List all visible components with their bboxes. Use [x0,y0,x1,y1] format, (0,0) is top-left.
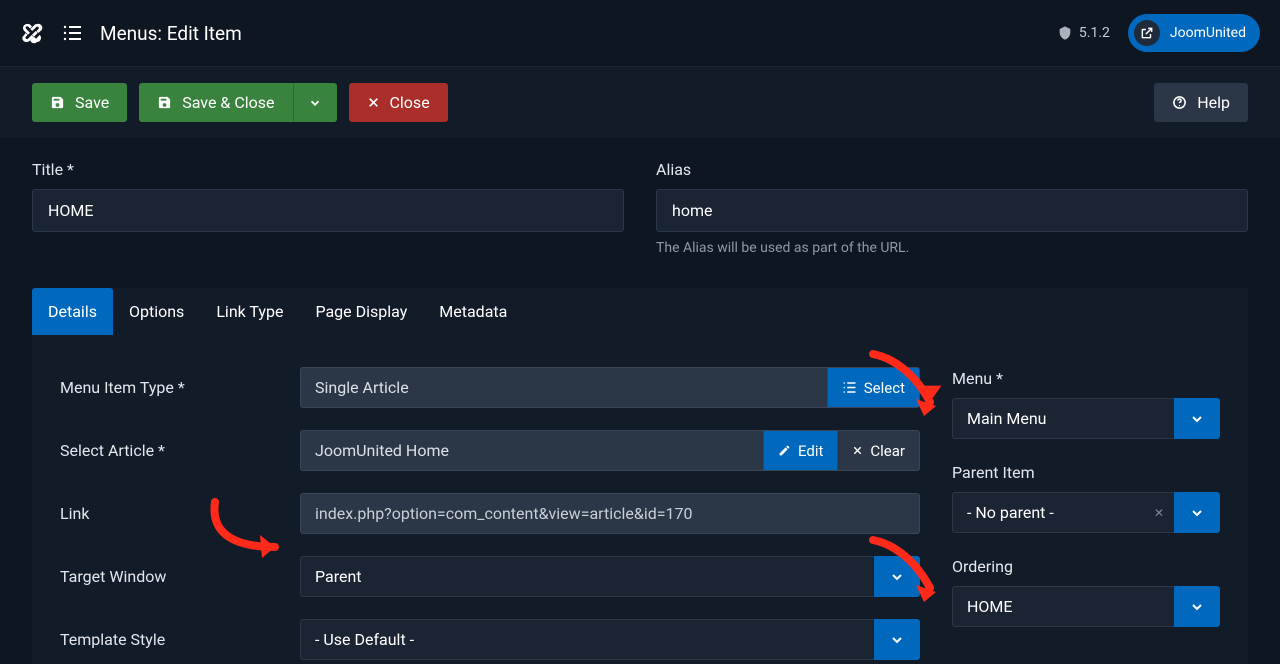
target-window-select[interactable]: Parent [300,556,874,597]
version-text: 5.1.2 [1079,25,1110,41]
ordering-select[interactable]: HOME [952,586,1174,627]
edit-icon [778,444,791,457]
menu-item-type-value: Single Article [301,368,827,407]
parent-item-toggle[interactable] [1174,492,1220,533]
parent-item-select[interactable]: - No parent - [952,492,1144,533]
save-close-button[interactable]: Save & Close [139,83,292,122]
tab-bar: Details Options Link Type Page Display M… [32,288,1248,335]
menu-toggle[interactable] [1174,398,1220,439]
site-name: JoomUnited [1170,25,1246,41]
close-button[interactable]: Close [349,83,448,122]
alias-input[interactable] [656,189,1248,232]
chevron-down-icon [308,96,322,110]
chevron-down-icon [1189,505,1205,521]
tab-options[interactable]: Options [113,288,200,335]
tab-page-display[interactable]: Page Display [299,288,423,335]
chevron-down-icon [1189,599,1205,615]
site-link[interactable]: JoomUnited [1128,14,1260,52]
save-close-group: Save & Close [139,83,336,122]
help-icon [1172,95,1187,110]
select-type-button[interactable]: Select [827,368,919,407]
save-icon [50,95,65,110]
ordering-label: Ordering [952,557,1220,576]
parent-item-label: Parent Item [952,463,1220,482]
external-link-icon [1134,20,1160,46]
version-indicator[interactable]: 5.1.2 [1057,25,1110,41]
topbar: Menus: Edit Item 5.1.2 JoomUnited [0,0,1280,66]
title-input[interactable] [32,189,624,232]
chevron-down-icon [1189,411,1205,427]
help-button[interactable]: Help [1154,83,1248,122]
close-icon [852,445,863,456]
target-window-label: Target Window [60,567,300,586]
chevron-down-icon [889,569,905,585]
menu-select[interactable]: Main Menu [952,398,1174,439]
alias-hint: The Alias will be used as part of the UR… [656,240,1248,256]
menu-item-type-label: Menu Item Type * [60,378,300,397]
tab-details[interactable]: Details [32,288,113,335]
ordering-toggle[interactable] [1174,586,1220,627]
save-icon [157,95,172,110]
clear-article-button[interactable]: Clear [837,431,919,470]
save-close-dropdown[interactable] [293,83,337,122]
close-icon [367,96,380,109]
menu-icon[interactable] [62,23,82,43]
tab-metadata[interactable]: Metadata [423,288,523,335]
target-window-toggle[interactable] [874,556,920,597]
link-value: index.php?option=com_content&view=articl… [301,494,919,533]
link-label: Link [60,504,300,523]
title-label: Title * [32,160,624,179]
page-title: Menus: Edit Item [100,22,242,45]
select-article-value: JoomUnited Home [301,431,763,470]
alias-label: Alias [656,160,1248,179]
tab-link-type[interactable]: Link Type [200,288,299,335]
menu-label: Menu * [952,369,1220,388]
save-button[interactable]: Save [32,83,127,122]
parent-item-clear[interactable]: ✕ [1144,492,1174,533]
list-icon [842,380,857,395]
select-article-label: Select Article * [60,441,300,460]
joomla-logo-icon [20,21,44,45]
action-toolbar: Save Save & Close Close Help [0,66,1280,138]
edit-article-button[interactable]: Edit [763,431,837,470]
